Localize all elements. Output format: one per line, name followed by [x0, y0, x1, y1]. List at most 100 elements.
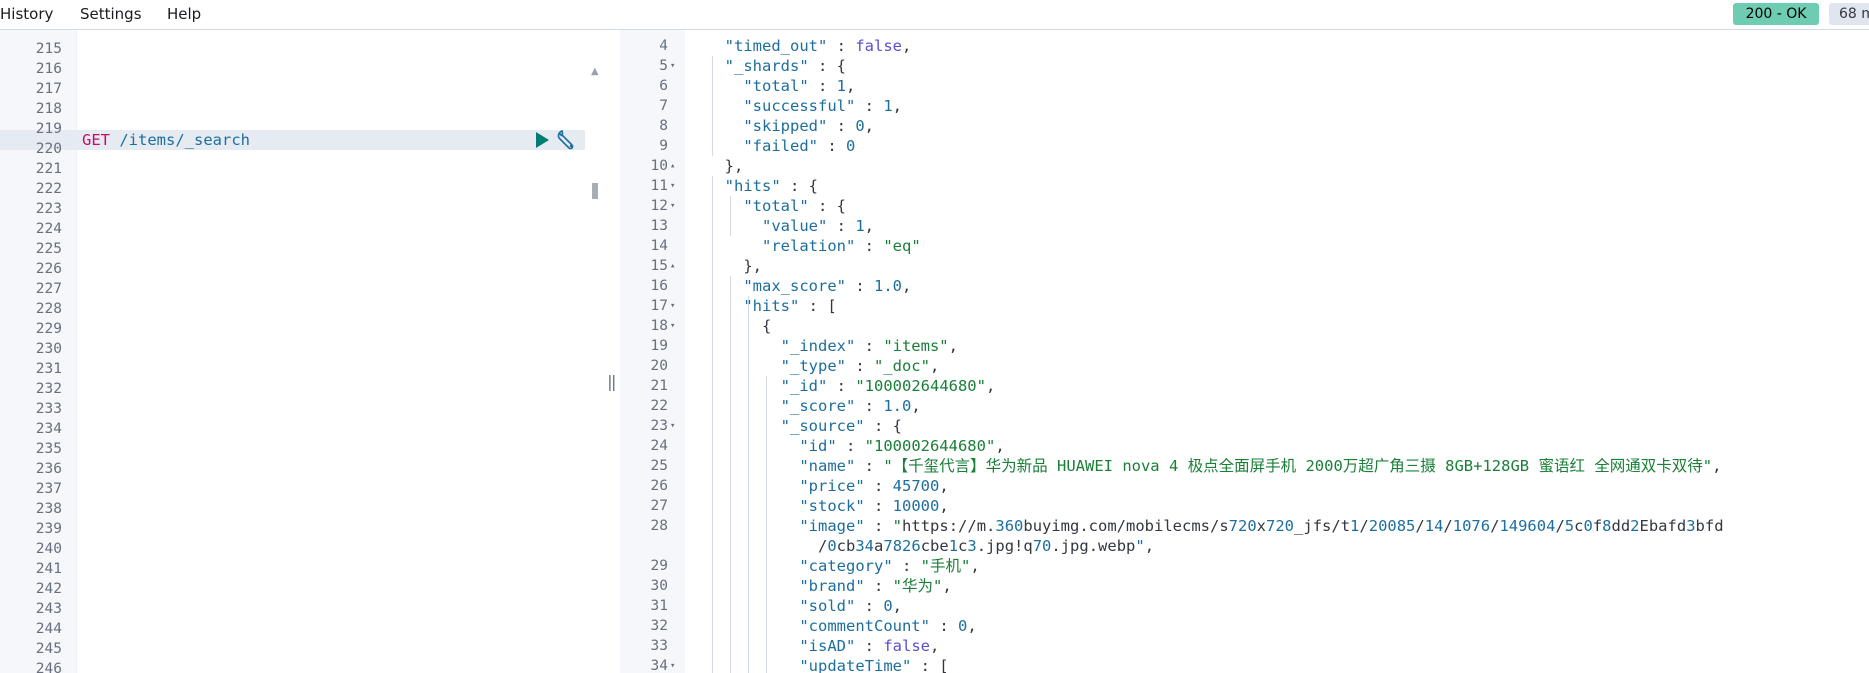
response-code-line: "category" : "手机",	[799, 557, 980, 575]
response-code-line: "relation" : "eq"	[762, 237, 921, 255]
fold-expand-icon[interactable]: ▴	[670, 156, 675, 176]
response-time-badge: 68 ms	[1829, 3, 1869, 25]
response-line-number: 25	[650, 458, 668, 474]
line-number: 231	[35, 361, 62, 377]
response-line-number	[620, 536, 668, 556]
line-number: 228	[35, 301, 62, 317]
response-line-number: 15 ▴	[650, 258, 676, 274]
line-number: 243	[35, 601, 62, 617]
line-number: 222	[35, 181, 62, 197]
wrench-icon[interactable]	[556, 129, 580, 151]
response-code-line: "_type" : "_doc",	[780, 357, 940, 375]
line-number: 220	[35, 141, 62, 157]
fold-collapse-icon[interactable]: ▾	[670, 56, 675, 76]
response-line-number: 24	[650, 438, 668, 454]
response-code-line: "image" : "https://m.360buyimg.com/mobil…	[799, 517, 1724, 535]
request-editor[interactable]: 215 216 217 218 219 220 221 222 223 224 225 226 227 2…	[0, 30, 598, 673]
response-code: "timed_out" : false, "_shards" : { "tota…	[706, 36, 1724, 673]
request-line[interactable]: GET /items/_search	[82, 130, 250, 150]
response-line-number: 6	[659, 78, 668, 94]
response-code-line: "commentCount" : 0,	[799, 617, 977, 635]
response-line-number: 33	[650, 638, 668, 654]
response-line-number: 26	[650, 478, 668, 494]
fold-collapse-icon[interactable]: ▾	[670, 416, 675, 436]
response-line-number: 9	[659, 138, 668, 154]
line-number: 217	[35, 81, 62, 97]
response-line-number: 16	[650, 278, 668, 294]
response-code-line: "isAD" : false,	[799, 637, 940, 655]
line-number: 219	[35, 121, 62, 137]
fold-collapse-icon[interactable]: ▾	[670, 656, 675, 673]
scroll-up-icon[interactable]: ▲	[591, 66, 598, 77]
response-code-line: "hits" : {	[724, 177, 818, 195]
response-line-number: 20	[650, 358, 668, 374]
response-code-line: },	[706, 157, 744, 175]
line-number: 224	[35, 221, 62, 237]
fold-expand-icon[interactable]: ▴	[670, 256, 675, 276]
line-number: 235	[35, 441, 62, 457]
line-number: 225	[35, 241, 62, 257]
response-code-line: "_shards" : {	[724, 57, 846, 75]
response-line-number: 21	[650, 378, 668, 394]
line-number: 240	[35, 541, 62, 557]
menu-settings[interactable]: Settings	[80, 5, 142, 23]
line-number: 246	[35, 661, 62, 673]
line-number: 218	[35, 101, 62, 117]
response-line-number: 32	[650, 618, 668, 634]
response-line-number: 29	[650, 558, 668, 574]
response-line-number: 28	[650, 518, 668, 534]
line-number: 238	[35, 501, 62, 517]
response-line-number: 11 ▾	[650, 178, 676, 194]
line-number: 244	[35, 621, 62, 637]
response-code-line: /0cb34a7826cbe1c3.jpg!q70.jpg.webp",	[706, 537, 1155, 555]
response-code-line: "successful" : 1,	[743, 97, 902, 115]
response-code-line: "name" : "【千玺代言】华为新品 HUAWEI nova 4 极点全面屏…	[799, 457, 1722, 475]
response-code-line: "timed_out" : false,	[724, 37, 912, 55]
response-code-line: "total" : {	[743, 197, 846, 215]
line-number: 242	[35, 581, 62, 597]
fold-collapse-icon[interactable]: ▾	[670, 316, 675, 336]
response-line-number: 31	[650, 598, 668, 614]
scrollbar-thumb[interactable]	[592, 183, 598, 199]
fold-collapse-icon[interactable]: ▾	[670, 196, 675, 216]
pane-resize-handle[interactable]: ‖	[607, 372, 617, 391]
menu-help[interactable]: Help	[167, 5, 201, 23]
response-code-line: "sold" : 0,	[799, 597, 903, 615]
response-line-number: 22	[650, 398, 668, 414]
line-number: 245	[35, 641, 62, 657]
request-line-numbers: 215 216 217 218 219 220 221 222 223 224 225 226 227 2…	[0, 39, 62, 673]
response-code-line: "_id" : "100002644680",	[780, 377, 996, 395]
fold-collapse-icon[interactable]: ▾	[670, 176, 675, 196]
response-code-line: "value" : 1,	[762, 217, 875, 235]
response-line-number: 13	[650, 218, 668, 234]
response-line-number: 34 ▾	[620, 656, 676, 673]
response-code-line: "failed" : 0	[743, 137, 856, 155]
response-line-number: 23 ▾	[650, 418, 676, 434]
request-path: /items/_search	[110, 131, 250, 149]
response-code-line: "hits" : [	[743, 297, 837, 315]
response-code-line: "brand" : "华为",	[799, 577, 952, 595]
response-code-line: },	[706, 257, 762, 275]
response-line-number: 4	[659, 38, 668, 54]
line-number: 237	[35, 481, 62, 497]
response-line-numbers: 4 5 ▾ 6 7 8 9 10 ▴ 11 ▾ 12 ▾ 13 14 15 ▴ 16 17 ▾ 18 ▾ 19 20 21 22 2…	[620, 36, 676, 673]
menu-history[interactable]: History	[0, 5, 53, 23]
line-number: 215	[35, 41, 62, 57]
top-menu-bar: History Settings Help 200 - OK 68 ms	[0, 0, 1869, 30]
fold-collapse-icon[interactable]: ▾	[670, 296, 675, 316]
response-line-number: 8	[659, 118, 668, 134]
request-method: GET	[82, 131, 110, 149]
response-line-number: 12 ▾	[650, 198, 676, 214]
line-number: 226	[35, 261, 62, 277]
line-number: 236	[35, 461, 62, 477]
response-code-line: "_index" : "items",	[780, 337, 958, 355]
response-line-number: 18 ▾	[650, 318, 676, 334]
response-editor[interactable]: 4 5 ▾ 6 7 8 9 10 ▴ 11 ▾ 12 ▾ 13 14 15 ▴ 16 17 ▾ 18 ▾ 19 20 21 22 2…	[620, 30, 1869, 673]
play-icon[interactable]	[536, 132, 549, 148]
response-code-line: "price" : 45700,	[799, 477, 949, 495]
line-number: 221	[35, 161, 62, 177]
line-number: 233	[35, 401, 62, 417]
response-code-line: "_score" : 1.0,	[780, 397, 921, 415]
response-code-line: "updateTime" : [	[799, 657, 949, 673]
line-number: 216	[35, 61, 62, 77]
